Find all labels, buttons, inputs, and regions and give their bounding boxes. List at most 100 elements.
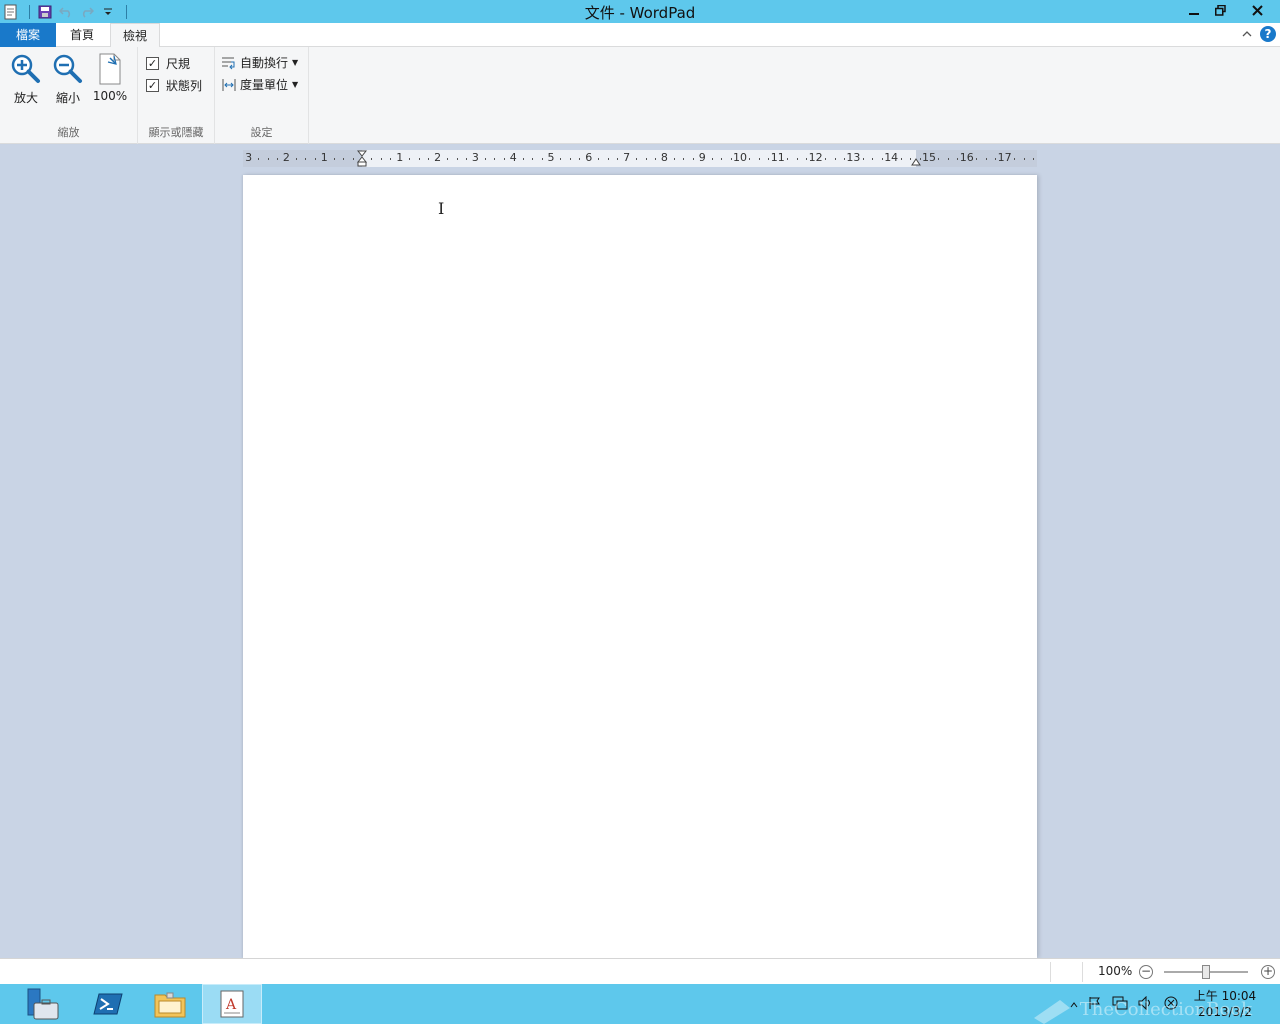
ruler-number: 2 [434,151,442,164]
ruler-tick [447,158,449,160]
ruler-number: 8 [660,151,668,164]
ruler-tick [305,158,307,160]
minimize-ribbon-icon[interactable] [1242,27,1252,41]
close-button[interactable] [1234,0,1280,21]
ruler-tick [371,158,373,160]
document-page[interactable]: I [243,175,1037,958]
action-center-flag-icon[interactable] [1088,996,1102,1013]
ribbon-panel: 放大 縮小 100% 縮放 ✓ 尺規 ✓ 狀態列 顯示或隱藏 自動換行 ▼ 度量… [0,47,1280,144]
ruler-tick [900,158,902,160]
zoom-slider-thumb[interactable] [1202,965,1210,979]
document-workspace: 3 2 1 1 2 3 4 5 6 7 8 9 10 11 12 13 14 15 16 17 I [0,145,1280,958]
ruler-tick [352,158,354,160]
tab-file[interactable]: 檔案 [0,23,56,47]
taskbar-wordpad[interactable]: A [202,984,262,1024]
volume-icon[interactable] [1138,995,1154,1013]
ruler-number: 3 [471,151,479,164]
ruler-number: 17 [997,151,1012,164]
clock-time: 上午 10:04 [1193,989,1257,1003]
ruler-tick [692,158,694,160]
ruler-tick [465,158,467,160]
ruler-number: 3 [245,151,253,164]
ruler-tick [711,158,713,160]
ruler-tick [881,158,883,160]
status-bar: 100% − + [0,958,1280,984]
ruler-tick [721,158,723,160]
ruler-tick [409,158,411,160]
ruler-number: 6 [585,151,593,164]
taskbar-powershell[interactable] [78,984,138,1024]
powershell-icon [93,993,123,1015]
redo-icon[interactable] [78,3,96,21]
window-title: 文件 - WordPad [584,4,696,22]
ruler-number: 9 [698,151,706,164]
wordpad-app-icon[interactable] [2,3,20,21]
ruler-tick [995,158,997,160]
taskbar-server-manager[interactable] [14,984,74,1024]
ruler-tick [390,158,392,160]
title-bar: 文件 - WordPad [0,0,1280,23]
ruler-tick [1023,158,1025,160]
zoom-group: 放大 縮小 100% 縮放 [0,47,138,144]
zoom-out-icon [50,52,86,86]
ruler-tick [1014,158,1016,160]
statusbar-checkbox[interactable]: ✓ 狀態列 [146,77,202,94]
network-icon[interactable] [1112,996,1128,1013]
show-hide-group: ✓ 尺規 ✓ 狀態列 顯示或隱藏 [138,47,215,144]
taskbar-file-explorer[interactable] [140,984,200,1024]
ruler-tick [541,158,543,160]
measurement-units-button[interactable]: 度量單位 ▼ [221,76,298,93]
ruler-checkbox[interactable]: ✓ 尺規 [146,55,190,72]
ruler-tick [333,158,335,160]
left-indent-marker[interactable] [357,150,367,167]
customize-qat-icon[interactable] [99,3,117,21]
ruler-tick [796,158,798,160]
window-controls [1180,0,1280,21]
ruler-tick [484,158,486,160]
zoom-out-button[interactable]: 縮小 [50,52,86,106]
show-hidden-icons-icon[interactable] [1070,997,1078,1011]
zoom-in-button[interactable]: 放大 [8,52,44,106]
ruler-tick [910,158,912,160]
ruler-tick [569,158,571,160]
ruler-tick [428,158,430,160]
word-wrap-label: 自動換行 [240,56,289,70]
ruler-check-icon: ✓ [146,57,159,70]
tab-view[interactable]: 檢視 [110,23,160,48]
ruler-tick [560,158,562,160]
zoom-out-label: 縮小 [55,91,80,105]
statusbar-check-icon: ✓ [146,79,159,92]
ruler-label: 尺規 [166,57,191,71]
word-wrap-icon [222,57,235,69]
zoom-group-label: 縮放 [57,126,80,139]
ruler-tick [598,158,600,160]
taskbar-clock[interactable]: 上午 10:04 2013/3/2 [1190,988,1260,1020]
ruler-tick [768,158,770,160]
zoom-percent[interactable]: 100% [1098,964,1132,978]
save-icon[interactable] [36,3,54,21]
wordpad-icon: A [220,990,244,1018]
ruler-tick [532,158,534,160]
ruler-tick [314,158,316,160]
zoom-in-status-button[interactable]: + [1261,965,1275,979]
ruler-tick [787,158,789,160]
ruler[interactable]: 3 2 1 1 2 3 4 5 6 7 8 9 10 11 12 13 14 15 16 17 [243,150,1037,167]
zoom-100-button[interactable]: 100% [92,52,128,103]
help-icon[interactable]: ? [1260,26,1276,42]
undo-icon[interactable] [57,3,75,21]
zoom-out-status-button[interactable]: − [1139,965,1153,979]
ruler-number: 10 [733,151,747,164]
update-status-icon[interactable] [1164,996,1178,1013]
word-wrap-button[interactable]: 自動換行 ▼ [221,54,298,71]
ruler-tick [503,158,505,160]
ruler-tick [418,158,420,160]
settings-group-label: 設定 [250,126,273,139]
restore-button[interactable] [1207,0,1234,21]
measurement-units-icon [222,78,236,91]
minimize-button[interactable] [1180,0,1207,21]
ruler-tick [843,158,845,160]
ruler-tick [872,158,874,160]
ruler-tick [343,158,345,160]
tab-home[interactable]: 首頁 [60,23,104,47]
ribbon-tab-bar: 檔案 首頁 檢視 ? [0,23,1280,48]
